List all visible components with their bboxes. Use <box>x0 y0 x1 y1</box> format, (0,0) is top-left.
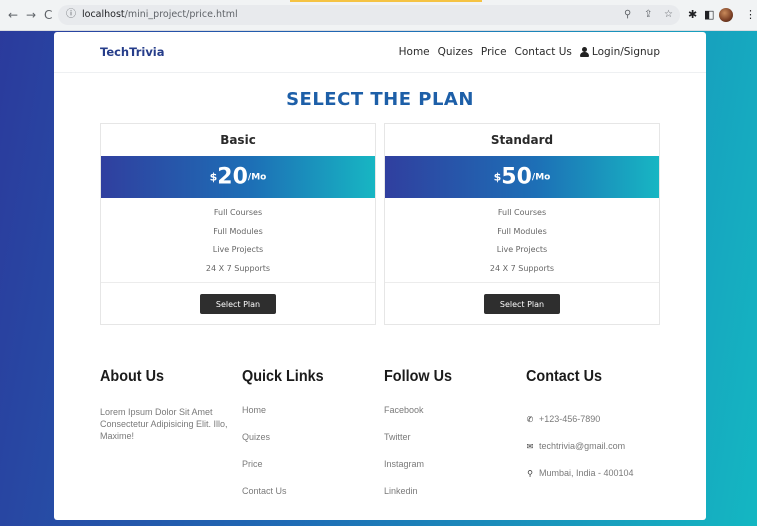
footer-heading: About Us <box>100 368 164 385</box>
footer-link-home[interactable]: Home <box>242 406 287 433</box>
email-text: techtrivia@gmail.com <box>539 441 626 451</box>
nav-link-price[interactable]: Price <box>481 46 507 58</box>
navbar: TechTrivia Home Quizes Price Contact Us … <box>54 32 706 73</box>
brand-logo[interactable]: TechTrivia <box>100 32 165 72</box>
loading-bar <box>290 0 482 2</box>
menu-icon[interactable]: ⋮ <box>745 0 756 30</box>
user-icon <box>579 47 589 57</box>
feature-item: Full Courses <box>213 208 263 217</box>
select-plan-button-basic[interactable]: Select Plan <box>200 294 276 314</box>
footer-link-facebook[interactable]: Facebook <box>384 406 424 433</box>
reload-icon[interactable]: C <box>44 0 52 30</box>
info-icon[interactable]: ⓘ <box>66 5 76 25</box>
feature-item: 24 X 7 Supports <box>205 263 271 273</box>
plan-card-basic: Basic $20/Mo Full Courses Full Modules L… <box>100 123 376 325</box>
plan-price: $20/Mo <box>101 156 375 198</box>
nav-link-home[interactable]: Home <box>399 46 430 58</box>
footer-heading: Contact Us <box>526 368 603 385</box>
location-icon: ⚲ <box>527 468 533 478</box>
feature-item: Live Projects <box>496 245 548 254</box>
phone-icon: ✆ <box>526 414 534 424</box>
footer-contact: Contact Us ✆ +123-456-7890 ✉ techtrivia@… <box>526 368 634 478</box>
footer-heading: Quick Links <box>242 368 324 385</box>
puzzle-icon[interactable]: ✱ <box>688 0 697 30</box>
price-amount: 20 <box>217 164 248 190</box>
share-icon[interactable]: ⇪ <box>644 5 652 25</box>
profile-avatar[interactable] <box>719 8 733 22</box>
footer-link-twitter[interactable]: Twitter <box>384 433 424 460</box>
divider <box>385 282 659 283</box>
nav-link-login[interactable]: Login/Signup <box>579 46 660 58</box>
contact-address: ⚲ Mumbai, India - 400104 <box>526 460 634 487</box>
star-icon[interactable]: ☆ <box>664 5 673 25</box>
plan-card-standard: Standard $50/Mo Full Courses Full Module… <box>384 123 660 325</box>
feature-list: Full Courses Full Modules Live Projects … <box>101 204 375 278</box>
forward-icon[interactable]: → <box>26 0 36 30</box>
footer-about: About Us Lorem Ipsum Dolor Sit Amet Cons… <box>100 368 228 441</box>
page-title: SELECT THE PLAN <box>286 89 474 110</box>
price-period: /Mo <box>531 172 551 183</box>
nav-link-quizes[interactable]: Quizes <box>438 46 473 58</box>
footer-follow: Follow Us Facebook Twitter Instagram Lin… <box>384 368 460 496</box>
url-text: localhost/mini_project/price.html <box>82 9 238 20</box>
footer-link-contact[interactable]: Contact Us <box>242 487 287 514</box>
back-icon[interactable]: ← <box>8 0 18 30</box>
mail-icon: ✉ <box>526 441 534 451</box>
price-amount: 50 <box>501 164 532 190</box>
address-text: Mumbai, India - 400104 <box>539 468 634 478</box>
phone-text: +123-456-7890 <box>539 414 601 424</box>
contact-email[interactable]: ✉ techtrivia@gmail.com <box>526 433 634 460</box>
footer-link-price[interactable]: Price <box>242 460 287 487</box>
login-label: Login/Signup <box>591 46 660 58</box>
sidepanel-icon[interactable]: ◧ <box>704 0 714 30</box>
address-bar[interactable]: ⓘ localhost/mini_project/price.html ⚲ ⇪ … <box>58 5 680 25</box>
divider <box>101 282 375 283</box>
plan-price: $50/Mo <box>385 156 659 198</box>
footer-link-instagram[interactable]: Instagram <box>384 460 424 487</box>
feature-item: Full Modules <box>213 226 263 236</box>
footer-quick-links: Quick Links Home Quizes Price Contact Us <box>242 368 333 496</box>
contact-phone[interactable]: ✆ +123-456-7890 <box>526 406 634 433</box>
page-container: TechTrivia Home Quizes Price Contact Us … <box>54 32 706 520</box>
browser-toolbar: ← → C ⓘ localhost/mini_project/price.htm… <box>0 0 757 31</box>
footer-heading: Follow Us <box>384 368 453 385</box>
feature-item: 24 X 7 Supports <box>489 263 555 273</box>
plan-name: Basic <box>220 133 256 147</box>
price-period: /Mo <box>247 172 267 183</box>
footer-link-linkedin[interactable]: Linkedin <box>384 487 424 514</box>
zoom-icon[interactable]: ⚲ <box>624 5 631 25</box>
nav-link-contact[interactable]: Contact Us <box>515 46 572 58</box>
about-text: Lorem Ipsum Dolor Sit Amet Consectetur A… <box>100 407 228 441</box>
feature-item: Full Courses <box>497 208 547 217</box>
nav-links: Home Quizes Price Contact Us Login/Signu… <box>399 32 660 72</box>
select-plan-button-standard[interactable]: Select Plan <box>484 294 560 314</box>
footer-link-quizes[interactable]: Quizes <box>242 433 287 460</box>
feature-list: Full Courses Full Modules Live Projects … <box>385 204 659 278</box>
feature-item: Full Modules <box>497 226 547 236</box>
plan-name: Standard <box>490 133 554 147</box>
feature-item: Live Projects <box>212 245 264 254</box>
